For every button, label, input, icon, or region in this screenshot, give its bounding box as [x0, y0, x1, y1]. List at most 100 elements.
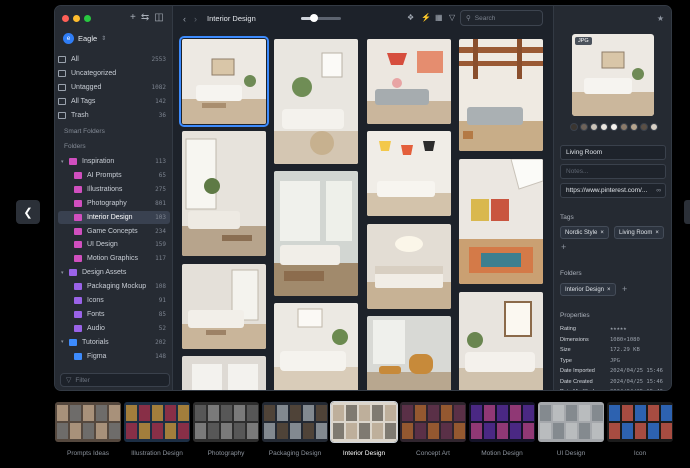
folder-item-game-concepts[interactable]: Game Concepts 234	[58, 225, 170, 238]
next-arrow-edge[interactable]	[684, 200, 690, 224]
color-swatch[interactable]	[640, 123, 648, 131]
folder-card-ui-design[interactable]	[538, 402, 604, 442]
folder-card-packaging-design[interactable]	[262, 402, 328, 442]
back-icon[interactable]: ‹	[183, 14, 186, 24]
add-icon[interactable]: +	[130, 12, 136, 23]
folder-item-figma[interactable]: Figma 148	[58, 350, 170, 363]
color-swatch[interactable]	[650, 123, 658, 131]
image-thumbnail[interactable]	[459, 292, 543, 390]
color-swatch[interactable]	[620, 123, 628, 131]
image-thumbnail[interactable]	[367, 224, 451, 309]
sidebar-item-all-tags[interactable]: All Tags 142	[58, 95, 170, 108]
folder-card-label[interactable]: Motion Design	[462, 450, 542, 457]
sidebar-item-trash[interactable]: Trash 36	[58, 109, 170, 122]
folder-item-motion-graphics[interactable]: Motion Graphics 117	[58, 252, 170, 265]
search-input[interactable]: ⚲ Search	[460, 10, 543, 26]
folder-item-ai-prompts[interactable]: AI Prompts 65	[58, 169, 170, 182]
color-swatch[interactable]	[590, 123, 598, 131]
image-thumbnail[interactable]	[179, 36, 269, 127]
name-field[interactable]: Living Room	[560, 145, 666, 160]
image-thumbnail[interactable]	[274, 303, 358, 390]
folder-card-icon[interactable]	[607, 402, 673, 442]
folder-card-label[interactable]: Illustration Design	[117, 450, 197, 457]
folder-card-label[interactable]: Packaging Design	[255, 450, 335, 457]
color-swatch[interactable]	[610, 123, 618, 131]
folder-item-design-assets[interactable]: ▾ Design Assets	[58, 266, 170, 279]
folder-item-icons[interactable]: Icons 91	[58, 294, 170, 307]
folder-item-illustrations[interactable]: Illustrations 275	[58, 183, 170, 196]
remove-tag-icon[interactable]: ×	[655, 230, 659, 236]
folder-item-tutorials[interactable]: ▾ Tutorials 202	[58, 336, 170, 349]
sidebar-item-untagged[interactable]: Untagged 1082	[58, 81, 170, 94]
sidebar-item-uncategorized[interactable]: Uncategorized	[58, 67, 170, 80]
url-field[interactable]: https://www.pinterest.com/... ∞	[560, 183, 666, 198]
link-icon[interactable]: ∞	[656, 187, 661, 194]
filter-funnel-icon[interactable]: ▽	[449, 13, 455, 22]
image-thumbnail[interactable]	[367, 39, 451, 124]
folder-card-label[interactable]: UI Design	[531, 450, 611, 457]
folder-card-label[interactable]: Icon	[600, 450, 680, 457]
library-switcher[interactable]: e Eagle ⇕	[63, 33, 106, 44]
folder-card-label[interactable]: Interior Design	[324, 450, 404, 457]
folder-item-packaging-mockup[interactable]: Packaging Mockup 108	[58, 280, 170, 293]
folder-card-illustration-design[interactable]	[124, 402, 190, 442]
remove-folder-icon[interactable]: ×	[607, 287, 611, 293]
remove-tag-icon[interactable]: ×	[600, 230, 604, 236]
thumbnail-size-slider[interactable]	[301, 14, 341, 22]
smart-folders-heading[interactable]: Smart Folders	[64, 128, 105, 135]
folders-heading[interactable]: Folders	[64, 143, 86, 150]
pin-icon[interactable]: ★	[657, 14, 664, 23]
folder-card-photography[interactable]	[193, 402, 259, 442]
folder-card-label[interactable]: Prompts Ideas	[48, 450, 128, 457]
folder-item-inspiration[interactable]: ▾ Inspiration 113	[58, 155, 170, 168]
disclosure-caret-icon[interactable]: ▾	[61, 159, 67, 165]
lightning-icon[interactable]: ⚡	[421, 13, 431, 22]
color-swatch[interactable]	[600, 123, 608, 131]
folder-card-prompts-ideas[interactable]	[55, 402, 121, 442]
minimize-window-button[interactable]	[73, 15, 80, 22]
layout-icon[interactable]: ▦	[435, 13, 443, 22]
folder-card-motion-design[interactable]	[469, 402, 535, 442]
folder-item-audio[interactable]: Audio 52	[58, 322, 170, 335]
folder-card-label[interactable]: Concept Art	[393, 450, 473, 457]
tag-chip[interactable]: Living Room ×	[614, 226, 664, 239]
notes-field[interactable]: Notes...	[560, 164, 666, 179]
add-tag-icon[interactable]: +	[561, 242, 566, 252]
filter-input[interactable]: ▽ Filter	[60, 373, 170, 387]
folder-card-concept-art[interactable]	[400, 402, 466, 442]
folder-card-label[interactable]: Photography	[186, 450, 266, 457]
zoom-window-button[interactable]	[84, 15, 91, 22]
image-thumbnail[interactable]	[367, 316, 451, 390]
disclosure-caret-icon[interactable]: ▾	[61, 339, 67, 345]
folder-item-photography[interactable]: Photography 801	[58, 197, 170, 210]
sidebar-item-all[interactable]: All 2553	[58, 53, 170, 66]
folder-chip[interactable]: Interior Design ×	[560, 283, 616, 296]
color-swatch[interactable]	[630, 123, 638, 131]
add-folder-icon[interactable]: +	[622, 284, 627, 294]
image-thumbnail[interactable]	[459, 159, 543, 284]
image-preview[interactable]: JPG	[572, 34, 654, 116]
folder-item-fonts[interactable]: Fonts 85	[58, 308, 170, 321]
image-thumbnail[interactable]	[274, 171, 358, 296]
image-thumbnail[interactable]	[367, 131, 451, 216]
previous-arrow-button[interactable]: ❮	[16, 200, 40, 224]
image-thumbnail[interactable]	[274, 39, 358, 164]
image-thumbnail[interactable]	[459, 39, 543, 151]
folder-card-interior-design[interactable]	[330, 401, 398, 443]
image-thumbnail[interactable]	[182, 356, 266, 390]
sort-icon[interactable]: ⇆	[141, 12, 149, 23]
panel-toggle-icon[interactable]: ◫	[154, 12, 163, 23]
slider-knob[interactable]	[310, 14, 318, 22]
image-thumbnail[interactable]	[182, 264, 266, 349]
close-window-button[interactable]	[62, 15, 69, 22]
forward-icon[interactable]: ›	[194, 14, 197, 24]
image-thumbnail[interactable]	[182, 131, 266, 256]
tag-chip[interactable]: Nordic Style ×	[560, 226, 609, 239]
disclosure-caret-icon[interactable]: ▾	[61, 270, 67, 276]
color-swatch[interactable]	[570, 123, 578, 131]
rating-stars[interactable]: ★★★★★	[610, 326, 627, 332]
color-swatch[interactable]	[580, 123, 588, 131]
folder-item-interior-design[interactable]: Interior Design 103	[58, 210, 170, 224]
folder-item-ui-design[interactable]: UI Design 159	[58, 238, 170, 251]
plugin-icon[interactable]: ❖	[407, 13, 414, 22]
